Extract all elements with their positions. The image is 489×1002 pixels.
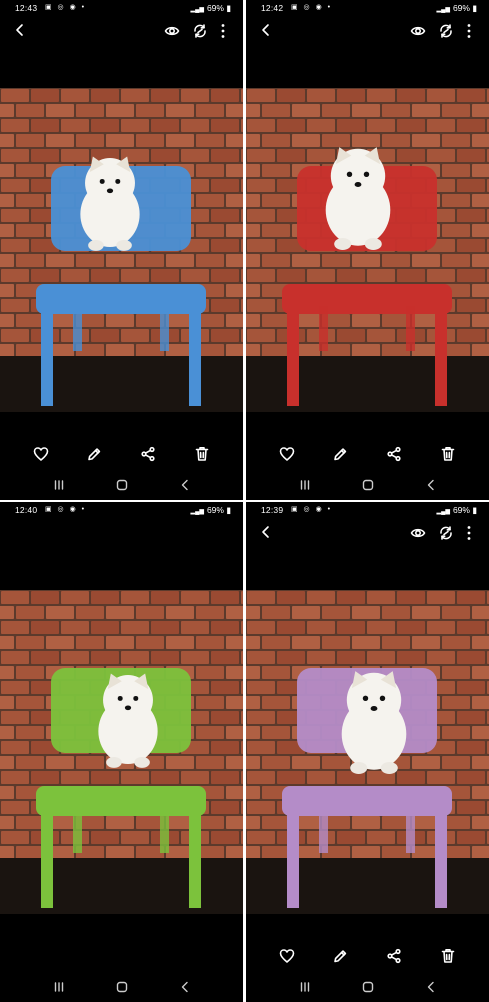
edit-button[interactable] [332,947,348,965]
more-options-button[interactable] [462,22,476,40]
nav-back-button[interactable] [424,478,438,492]
view-button[interactable] [410,525,426,541]
signal-icon: ▂▄▆ [436,7,450,13]
system-nav-bar [246,977,489,997]
status-time: 12:39 [261,505,284,515]
viewer-top-bar [0,520,243,546]
photo-image[interactable] [0,590,243,914]
home-button[interactable] [115,980,129,994]
notification-icons: ▣ ◎ ◉ • [291,506,333,513]
more-options-button[interactable] [216,22,230,40]
system-nav-bar [246,475,489,495]
edit-button[interactable] [86,445,102,463]
photo-image[interactable] [0,88,243,412]
battery-percent: 69% [206,3,224,13]
share-button[interactable] [386,947,402,965]
home-button[interactable] [115,478,129,492]
nav-back-button[interactable] [424,980,438,994]
status-bar: 12:40 ▣ ◎ ◉ • ▂▄▆ 69% ▮ [0,502,243,516]
status-time: 12:42 [261,3,284,13]
viewer-action-bar [0,947,243,967]
photo-viewer-panel-3: 12:40 ▣ ◎ ◉ • ▂▄▆ 69% ▮ [0,502,243,1002]
recents-button[interactable] [52,478,66,492]
home-button[interactable] [361,980,375,994]
delete-button[interactable] [440,947,456,965]
remaster-button[interactable] [438,525,454,541]
photo-image[interactable] [246,88,489,412]
favorite-button[interactable] [33,445,49,463]
notification-icons: ▣ ◎ ◉ • [291,4,333,11]
nav-back-button[interactable] [178,980,192,994]
system-nav-bar [0,977,243,997]
status-right: ▂▄▆ 69% ▮ [190,3,231,13]
viewer-top-bar [246,18,489,44]
status-right: ▂▄▆ 69% ▮ [436,3,477,13]
signal-icon: ▂▄▆ [190,509,204,515]
photo-viewer-panel-1: 12:43 ▣ ◎ ◉ • ▂▄▆ 69% ▮ [0,0,243,500]
signal-icon: ▂▄▆ [190,7,204,13]
favorite-button[interactable] [279,947,295,965]
more-options-button[interactable] [462,524,476,542]
status-right: ▂▄▆ 69% ▮ [436,505,477,515]
photo-viewer-panel-2: 12:42 ▣ ◎ ◉ • ▂▄▆ 69% ▮ [246,0,489,500]
battery-percent: 69% [452,3,470,13]
status-bar: 12:43 ▣ ◎ ◉ • ▂▄▆ 69% ▮ [0,0,243,14]
viewer-top-bar [246,520,489,546]
status-bar: 12:42 ▣ ◎ ◉ • ▂▄▆ 69% ▮ [246,0,489,14]
status-bar: 12:39 ▣ ◎ ◉ • ▂▄▆ 69% ▮ [246,502,489,516]
recents-button[interactable] [298,478,312,492]
viewer-top-bar [0,18,243,44]
notification-icons: ▣ ◎ ◉ • [45,506,87,513]
system-nav-bar [0,475,243,495]
battery-percent: 69% [452,505,470,515]
photo-viewer-panel-4: 12:39 ▣ ◎ ◉ • ▂▄▆ 69% ▮ [246,502,489,1002]
photo-image[interactable] [246,590,489,914]
back-button[interactable] [258,22,274,38]
delete-button[interactable] [194,445,210,463]
delete-button[interactable] [440,445,456,463]
back-button[interactable] [12,22,28,38]
status-time: 12:40 [15,505,38,515]
status-time: 12:43 [15,3,38,13]
share-button[interactable] [140,445,156,463]
recents-button[interactable] [52,980,66,994]
view-button[interactable] [164,23,180,39]
home-button[interactable] [361,478,375,492]
view-button[interactable] [410,23,426,39]
edit-button[interactable] [332,445,348,463]
notification-icons: ▣ ◎ ◉ • [45,4,87,11]
recents-button[interactable] [298,980,312,994]
viewer-action-bar [0,445,243,465]
back-button[interactable] [258,524,274,540]
status-right: ▂▄▆ 69% ▮ [190,505,231,515]
share-button[interactable] [386,445,402,463]
favorite-button[interactable] [279,445,295,463]
viewer-action-bar [246,445,489,465]
battery-percent: 69% [206,505,224,515]
remaster-button[interactable] [192,23,208,39]
remaster-button[interactable] [438,23,454,39]
signal-icon: ▂▄▆ [436,509,450,515]
viewer-action-bar [246,947,489,967]
nav-back-button[interactable] [178,478,192,492]
